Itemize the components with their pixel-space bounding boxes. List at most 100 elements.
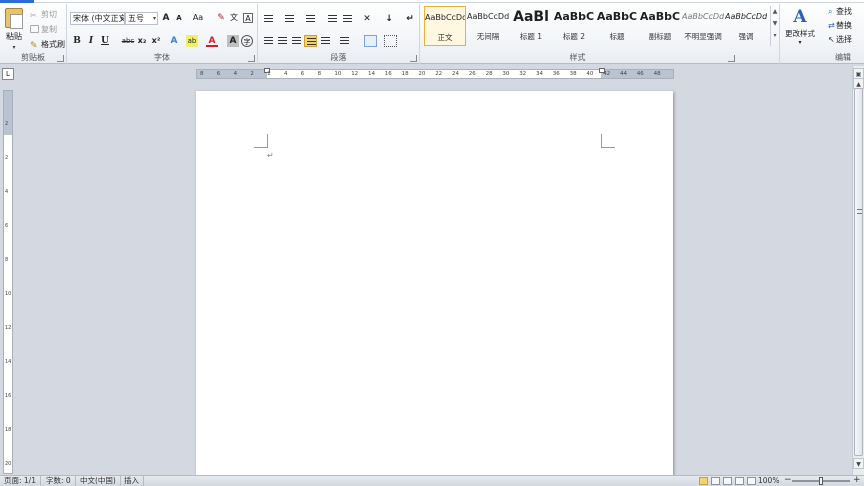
style-name: 强调 (738, 32, 754, 41)
underline-button[interactable]: U (99, 35, 111, 47)
align-right-button[interactable] (290, 35, 303, 47)
vertical-ruler[interactable]: 2 2 4 6 8 10 12 14 16 18 20 (3, 90, 13, 474)
ruler-tick-label: 8 (5, 257, 9, 263)
zoom-out-button[interactable]: − (784, 475, 792, 485)
align-center-button[interactable] (276, 35, 289, 47)
status-bar: 页面: 1/1 字数: 0 中文(中国) 插入 100% − + (0, 475, 864, 486)
style-no-spacing[interactable]: AaBbCcDd 无间隔 (467, 6, 509, 46)
copy-button[interactable]: 复制 (30, 24, 57, 35)
scrollbar-thumb[interactable] (854, 88, 863, 456)
page-count[interactable]: 页面: 1/1 (0, 476, 41, 486)
select-button[interactable]: ↖选择 (828, 34, 852, 45)
tab-selector[interactable]: L (2, 68, 14, 80)
highlight-button[interactable]: ab (186, 35, 198, 47)
change-case-button[interactable]: Aa (190, 12, 206, 24)
style-normal[interactable]: AaBbCcDd 正文 (424, 6, 466, 46)
line-spacing-button[interactable] (338, 35, 351, 47)
numbering-button[interactable] (283, 13, 296, 25)
find-button[interactable]: ⌕ 查找 (828, 6, 852, 17)
ruler-tick-label: 48 (653, 71, 661, 77)
ruler-tick-label: 10 (5, 291, 12, 297)
style-heading-2[interactable]: AaBbC 标题 2 (553, 6, 595, 46)
ruler-tick-label: 4 (5, 189, 9, 195)
distributed-button[interactable] (319, 35, 332, 47)
ruler-tick-label: 46 (636, 71, 644, 77)
decrease-indent-button[interactable] (326, 13, 339, 25)
ruler-tick-label: 32 (519, 71, 527, 77)
italic-button[interactable]: I (85, 35, 97, 47)
editing-group: ⌕ 查找 ⇄替换 ↖选择 编辑 (822, 4, 864, 64)
zoom-slider-thumb[interactable] (819, 477, 823, 485)
font-name-combo[interactable]: 宋体 (中文正文) ▾ (70, 12, 125, 25)
cut-button[interactable]: ✂ 剪切 (30, 9, 57, 20)
font-dialog-launcher[interactable] (248, 55, 255, 62)
document-page[interactable]: ↵ (196, 91, 673, 481)
chevron-up-icon: ▲ (772, 8, 778, 15)
strikethrough-button[interactable]: abc (119, 35, 137, 47)
format-painter-button[interactable]: ✎ 格式刷 (30, 39, 65, 51)
ruler-tick-label: 6 (5, 223, 9, 229)
style-emphasis[interactable]: AaBbCcDd 强调 (725, 6, 767, 46)
ruler-top-margin (4, 91, 12, 135)
grow-font-button[interactable]: A (160, 12, 172, 24)
ruler-tick-label: 14 (368, 71, 375, 77)
sort-button[interactable]: ↓ (383, 13, 395, 25)
bullets-button[interactable] (262, 13, 275, 25)
ruler-tick-label: 8 (200, 71, 204, 77)
style-title[interactable]: AaBbC 标题 (596, 6, 638, 46)
paragraph-group-label: 段落 (330, 53, 347, 62)
ruler-tick-label: 12 (351, 71, 359, 77)
paste-button[interactable]: 粘贴 ▾ (3, 6, 25, 52)
char-border-button[interactable]: A (243, 13, 253, 23)
char-shading-button[interactable]: A (227, 35, 239, 47)
superscript-button[interactable]: x² (150, 35, 162, 47)
replace-button[interactable]: ⇄替换 (828, 20, 852, 31)
paragraph-group: ✕ ↓ ↵ 段落 (258, 4, 420, 64)
web-layout-button[interactable] (723, 477, 732, 485)
word-count[interactable]: 字数: 0 (42, 476, 76, 486)
borders-button[interactable] (384, 35, 397, 47)
language-indicator[interactable]: 中文(中国) (76, 476, 121, 486)
scrollbar-grip-icon (857, 209, 862, 214)
shading-button[interactable] (364, 35, 377, 47)
style-name: 正文 (437, 33, 453, 42)
asian-layout-button[interactable]: ✕ (361, 13, 373, 25)
styles-gallery-scroll[interactable]: ▲ ▼ ▾ (770, 6, 779, 46)
align-left-button[interactable] (262, 35, 275, 47)
align-right-icon (292, 37, 301, 45)
phonetic-guide-button[interactable]: 文 (228, 12, 240, 24)
insert-mode-indicator[interactable]: 插入 (120, 476, 144, 486)
ruler-tick-label: 22 (435, 71, 443, 77)
show-marks-button[interactable]: ↵ (404, 13, 416, 25)
enclose-char-button[interactable]: 字 (241, 35, 253, 47)
text-effects-button[interactable]: A (168, 35, 180, 47)
increase-indent-icon (343, 15, 352, 23)
clear-format-button[interactable]: ✎ (215, 12, 227, 24)
outline-view-button[interactable] (735, 477, 744, 485)
change-styles-button[interactable]: A 更改样式 ▾ (782, 6, 818, 48)
full-screen-reading-button[interactable] (711, 477, 720, 485)
shrink-font-button[interactable]: A (173, 12, 185, 24)
zoom-in-button[interactable]: + (853, 475, 861, 485)
styles-dialog-launcher[interactable] (728, 55, 735, 62)
font-color-button[interactable]: A (206, 35, 218, 47)
bold-button[interactable]: B (71, 35, 83, 47)
style-subtle-emphasis[interactable]: AaBbCcDd 不明显强调 (682, 6, 724, 46)
horizontal-ruler[interactable]: 8 6 4 2 2 4 6 8 10 12 14 16 18 20 22 24 26 28 30 32 34 36 38 40… (196, 68, 674, 79)
justify-button[interactable] (304, 35, 317, 47)
scroll-down-button[interactable]: ▼ (853, 458, 864, 469)
font-size-combo[interactable]: 五号 ▾ (125, 12, 158, 25)
multilevel-list-button[interactable] (304, 13, 317, 25)
zoom-slider[interactable] (792, 477, 850, 485)
paragraph-dialog-launcher[interactable] (410, 55, 417, 62)
zoom-level[interactable]: 100% (758, 476, 779, 486)
style-subtitle[interactable]: AaBbC 副标题 (639, 6, 681, 46)
draft-view-button[interactable] (747, 477, 756, 485)
print-layout-view-button[interactable] (699, 477, 708, 485)
vertical-scrollbar[interactable]: ▣ ▲ ▼ (852, 66, 864, 475)
style-heading-1[interactable]: AaBl 标题 1 (510, 6, 552, 46)
file-tab-accent[interactable] (0, 0, 34, 3)
subscript-button[interactable]: x₂ (136, 35, 148, 47)
clipboard-dialog-launcher[interactable] (57, 55, 64, 62)
increase-indent-button[interactable] (341, 13, 354, 25)
